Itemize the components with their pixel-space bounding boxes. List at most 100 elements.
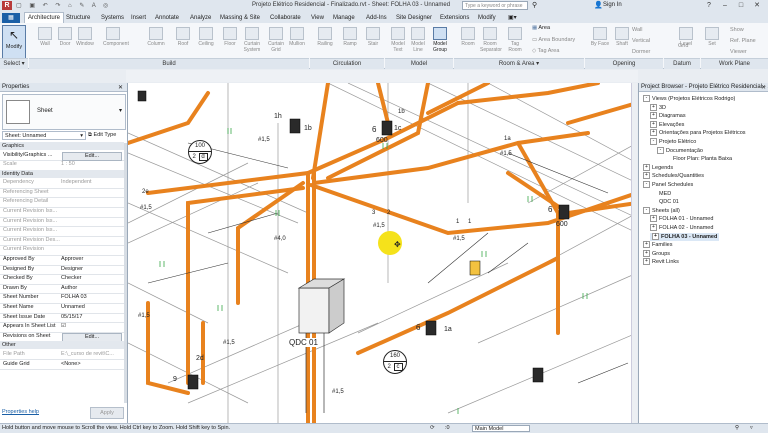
panel-select[interactable]: Select ▾ [0, 58, 28, 69]
expand-icon[interactable]: + [650, 215, 657, 223]
collapse-icon[interactable]: - [643, 181, 650, 189]
file-tab[interactable]: ▦ [2, 13, 20, 23]
expand-icon[interactable]: + [650, 129, 657, 137]
ribbon-button-curtain-system[interactable]: Curtain System [242, 27, 262, 53]
expand-icon[interactable]: + [652, 232, 659, 240]
apply-button[interactable]: Apply [90, 407, 124, 419]
property-value[interactable]: Approver [61, 255, 83, 264]
property-value[interactable]: 05/15/17 [61, 313, 82, 322]
ribbon-button-model-text[interactable]: Model Text [388, 27, 408, 53]
property-value[interactable]: Checker [61, 274, 81, 283]
ribbon-button-railing[interactable]: Railing [315, 27, 335, 47]
help-icon[interactable]: ? [702, 1, 716, 10]
tab-collaborate[interactable]: Collaborate [270, 13, 301, 23]
property-value[interactable]: Author [61, 284, 77, 293]
browser-item[interactable]: - Documentação [657, 146, 703, 155]
user-icon[interactable]: 👤 [594, 1, 603, 9]
browser-item[interactable]: + Orientações para Projetos Elétricos [650, 129, 746, 137]
browser-item[interactable]: - Panel Schedules [643, 181, 693, 189]
browser-item[interactable]: + Diagramas [650, 112, 686, 120]
browser-item[interactable]: - Sheets (all) [643, 206, 680, 215]
tab-annotate[interactable]: Annotate [155, 13, 179, 23]
show-item[interactable]: Show [730, 27, 744, 33]
property-value[interactable]: Designer [61, 265, 83, 274]
browser-item[interactable]: + Legends [643, 163, 673, 172]
drawing-canvas[interactable]: ✥ 100 2 d 160 2 c QDC 01 1h 1b 1c 1b 6 6… [128, 83, 637, 423]
ribbon-button-curtain-grid[interactable]: Curtain Grid [266, 27, 286, 53]
browser-item[interactable]: + Families [643, 241, 672, 249]
ribbon-button-component[interactable]: Component [103, 27, 129, 47]
grid-item[interactable]: Grid [678, 43, 688, 49]
expand-icon[interactable]: + [643, 172, 650, 180]
ribbon-button-floor[interactable]: Floor [220, 27, 240, 47]
browser-item[interactable]: +3D [650, 103, 666, 112]
tab-extensions[interactable]: Extensions [440, 13, 469, 23]
expand-icon[interactable]: + [650, 103, 657, 111]
ribbon-button-wall[interactable]: Wall [35, 27, 55, 47]
browser-item[interactable]: + FOLHA 01 - Unnamed [650, 215, 713, 223]
tab-site-designer[interactable]: Site Designer [396, 13, 432, 23]
close-icon[interactable]: ✕ [750, 1, 764, 10]
expand-icon[interactable]: + [650, 112, 657, 120]
expand-icon[interactable]: + [643, 249, 650, 257]
ribbon-button-model-line[interactable]: Model Line [408, 27, 428, 53]
property-value[interactable]: ☑ [61, 322, 66, 331]
type-selector[interactable]: Sheet ▾ [2, 94, 126, 130]
opening-dormer-item[interactable]: Dormer [632, 49, 650, 55]
browser-item[interactable]: + FOLHA 03 - Unnamed [650, 232, 720, 241]
tab-systems[interactable]: Systems [101, 13, 124, 23]
expand-icon[interactable]: + [643, 258, 650, 266]
tab-insert[interactable]: Insert [131, 13, 146, 23]
area-boundary-item[interactable]: ▭ Area Boundary [532, 37, 575, 43]
viewer-item[interactable]: Viewer [730, 49, 747, 55]
property-value[interactable]: Independent [61, 178, 92, 187]
search-input[interactable]: Type a keyword or phrase [462, 1, 528, 10]
ribbon-button-model-group[interactable]: Model Group [430, 27, 450, 53]
ribbon-button-by-face[interactable]: By Face [590, 27, 610, 47]
browser-item[interactable]: - Views (Projetos Elétricos Rodrigo) [643, 95, 735, 103]
collapse-icon[interactable]: - [657, 146, 664, 154]
property-value[interactable]: E:\_curso de revit\C... [61, 350, 114, 359]
section-graphics[interactable]: Graphics [0, 142, 124, 150]
app-logo-icon[interactable]: R [2, 1, 12, 10]
properties-help-link[interactable]: Properties help [2, 409, 39, 415]
maximize-icon[interactable]: □ [734, 1, 748, 10]
property-value[interactable]: 1 : 50 [61, 160, 75, 169]
ribbon-button-door[interactable]: Door [55, 27, 75, 47]
browser-item[interactable]: + Revit Links [643, 258, 679, 266]
tab-architecture[interactable]: Architecture [24, 12, 65, 23]
tag-area-item[interactable]: ◇ Tag Area [532, 48, 559, 54]
browser-close-icon[interactable]: ✕ [761, 84, 766, 91]
collapse-icon[interactable]: - [643, 95, 650, 103]
properties-close-icon[interactable]: ✕ [118, 84, 123, 91]
modify-button[interactable]: ↖ Modify [2, 25, 26, 59]
ribbon-button-mullion[interactable]: Mullion [287, 27, 307, 47]
sign-in-button[interactable]: Sign In [603, 2, 622, 8]
expand-icon[interactable]: + [643, 163, 650, 171]
ribbon-button-window[interactable]: Window [75, 27, 95, 47]
section-identity[interactable]: Identity Data [0, 169, 124, 178]
ribbon-button-ramp[interactable]: Ramp [340, 27, 360, 47]
browser-item[interactable]: + FOLHA 02 - Unnamed [650, 224, 713, 232]
ribbon-button-room-separator[interactable]: Room Separator [480, 27, 502, 53]
expand-icon[interactable]: + [650, 120, 657, 128]
properties-scrollbar[interactable] [124, 143, 127, 403]
ribbon-toggle-icon[interactable]: ▣▾ [508, 13, 517, 23]
tab-add-ins[interactable]: Add-Ins [366, 13, 387, 23]
opening-wall-item[interactable]: Wall [632, 27, 643, 33]
instance-selector[interactable]: Sheet: Unnamed ▾ [2, 131, 86, 140]
property-value[interactable]: FOLHA 03 [61, 293, 87, 302]
tab-view[interactable]: View [311, 13, 324, 23]
tab-structure[interactable]: Structure [66, 13, 90, 23]
minimize-icon[interactable]: – [718, 1, 732, 10]
design-option-select[interactable]: Main Model [472, 425, 530, 432]
section-other[interactable]: Other [0, 341, 124, 350]
browser-item[interactable]: + Groups [643, 249, 670, 258]
browser-item[interactable]: + Schedules/Quantities [643, 172, 704, 180]
model-view-3d[interactable]: ✥ [128, 83, 637, 423]
property-value[interactable]: <None> [61, 360, 81, 369]
panel-room-area[interactable]: Room & Area ▾ [454, 58, 584, 69]
browser-item[interactable]: Floor Plan: Planta Baixa [664, 155, 732, 163]
ribbon-button-shaft[interactable]: Shaft [612, 27, 632, 47]
expand-icon[interactable]: + [650, 224, 657, 232]
